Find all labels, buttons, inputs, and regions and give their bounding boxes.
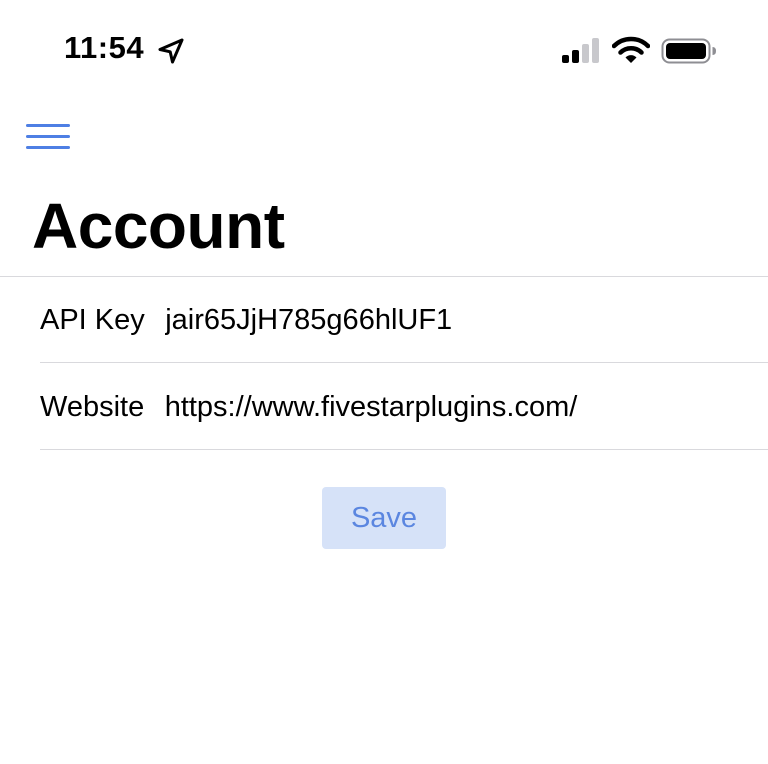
api-key-field[interactable] <box>165 277 686 363</box>
website-row[interactable]: Website <box>40 364 768 450</box>
website-field[interactable] <box>164 364 685 450</box>
app-screen: 11:54 Account API Key jair65JjH785g66hlU… <box>0 0 768 764</box>
row-divider <box>40 449 768 450</box>
cellular-signal-icon <box>562 38 599 63</box>
save-button[interactable]: Save <box>322 487 446 549</box>
row-divider <box>40 362 768 363</box>
status-time: 11:54 <box>64 30 145 65</box>
status-bar: 11:54 <box>0 0 768 100</box>
wifi-icon <box>612 36 650 63</box>
hamburger-menu-icon[interactable] <box>22 118 74 156</box>
website-label: Website <box>40 391 145 423</box>
page-title: Account <box>32 190 285 262</box>
api-key-row[interactable]: API Key <box>40 277 768 363</box>
battery-icon <box>661 38 716 64</box>
location-arrow-icon <box>158 38 184 64</box>
api-key-label: API Key <box>40 304 145 336</box>
